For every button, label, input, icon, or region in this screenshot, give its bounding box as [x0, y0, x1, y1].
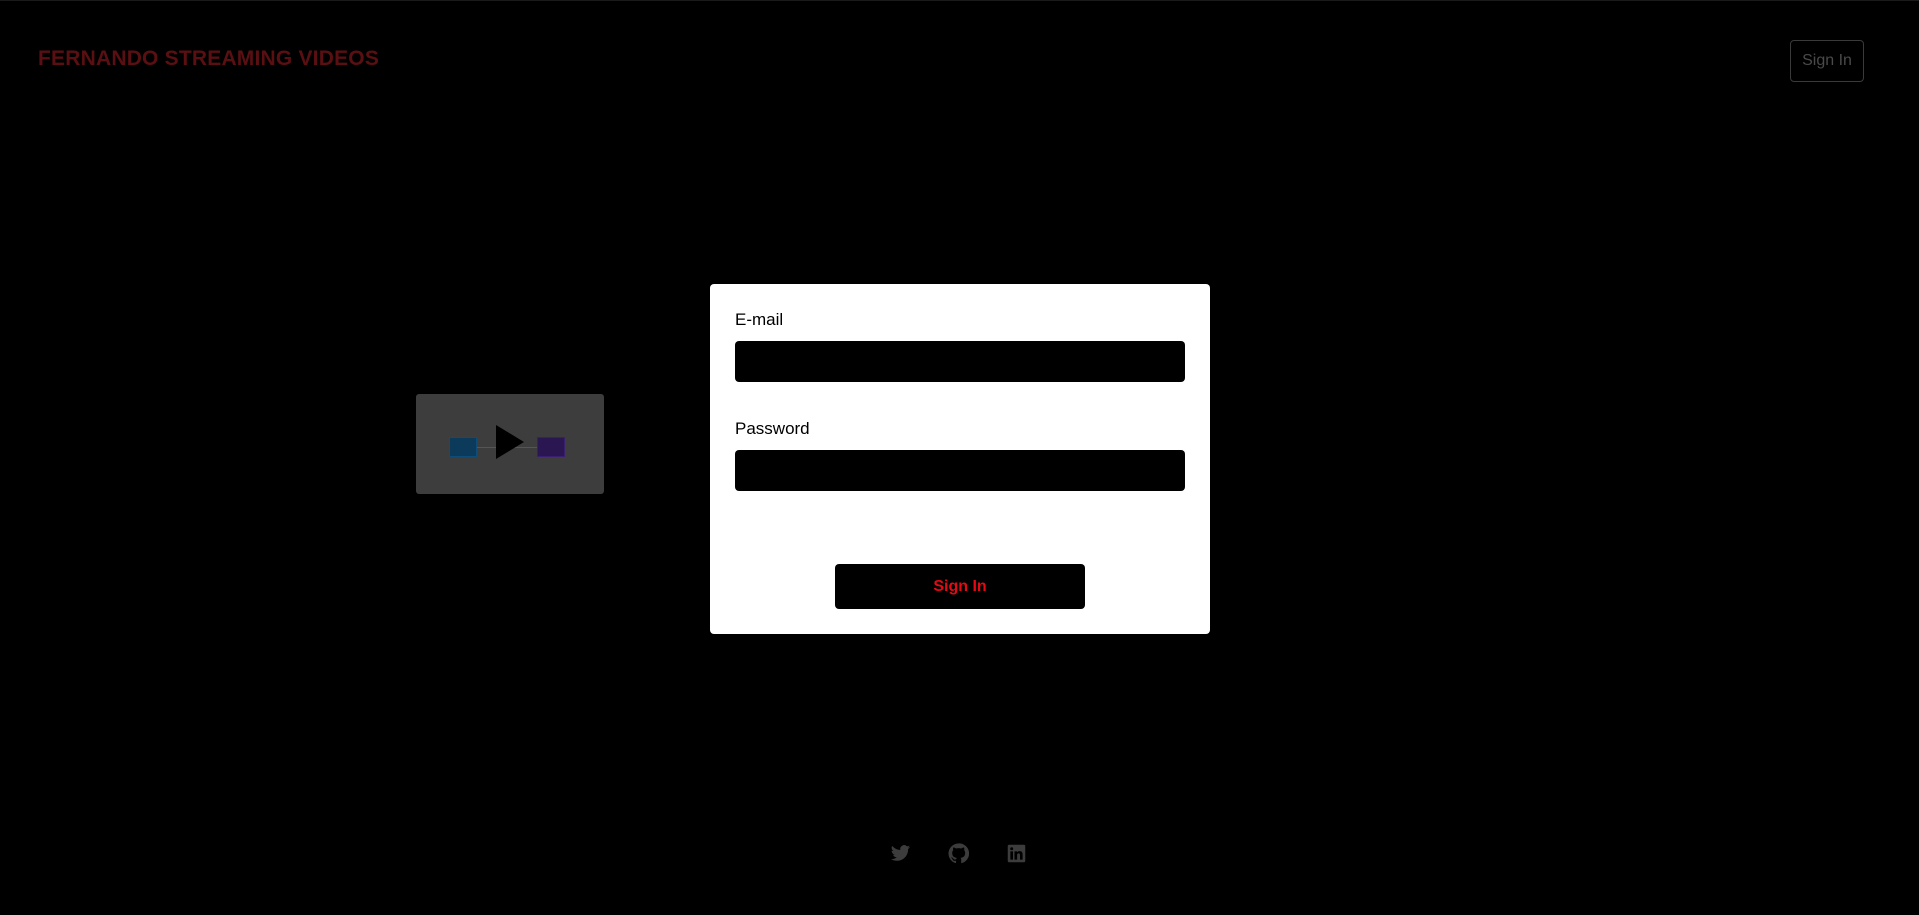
password-group: Password	[735, 419, 1185, 491]
twitter-icon[interactable]	[890, 843, 911, 864]
password-field[interactable]	[735, 450, 1185, 491]
video-thumbnail[interactable]	[416, 394, 604, 494]
github-icon[interactable]	[948, 843, 970, 864]
thumbnail-diagram-box	[449, 437, 477, 457]
play-icon[interactable]	[496, 425, 524, 459]
login-modal: E-mail Password Sign In	[710, 284, 1210, 634]
social-links	[890, 843, 1027, 864]
email-group: E-mail	[735, 310, 1185, 382]
email-label: E-mail	[735, 310, 784, 329]
email-field[interactable]	[735, 341, 1185, 382]
sign-in-button[interactable]: Sign In	[835, 564, 1085, 609]
password-label: Password	[735, 419, 810, 438]
header-sign-in-button[interactable]: Sign In	[1790, 40, 1864, 82]
thumbnail-diagram-box	[537, 437, 565, 457]
page: FERNANDO STREAMING VIDEOS Sign In E-mail…	[0, 0, 1919, 915]
linkedin-icon[interactable]	[1006, 843, 1027, 864]
brand-logo[interactable]: FERNANDO STREAMING VIDEOS	[38, 47, 379, 71]
